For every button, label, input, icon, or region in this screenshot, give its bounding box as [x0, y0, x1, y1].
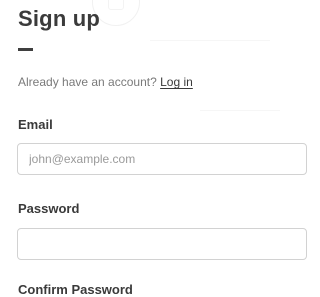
password-field[interactable]	[17, 228, 307, 260]
password-label: Password	[18, 201, 80, 216]
login-link[interactable]: Log in	[160, 75, 193, 89]
page-title: Sign up	[18, 6, 101, 31]
confirm-password-label: Confirm Password	[18, 282, 133, 297]
login-prompt-row: Already have an account? Log in	[18, 75, 193, 89]
login-prompt-text: Already have an account?	[18, 75, 157, 89]
background-lock-icon	[108, 0, 124, 10]
background-decoration-line	[150, 40, 270, 41]
background-decoration-line	[200, 110, 280, 111]
email-label: Email	[18, 117, 53, 132]
email-field[interactable]	[17, 143, 307, 175]
title-underline-divider	[18, 48, 33, 51]
